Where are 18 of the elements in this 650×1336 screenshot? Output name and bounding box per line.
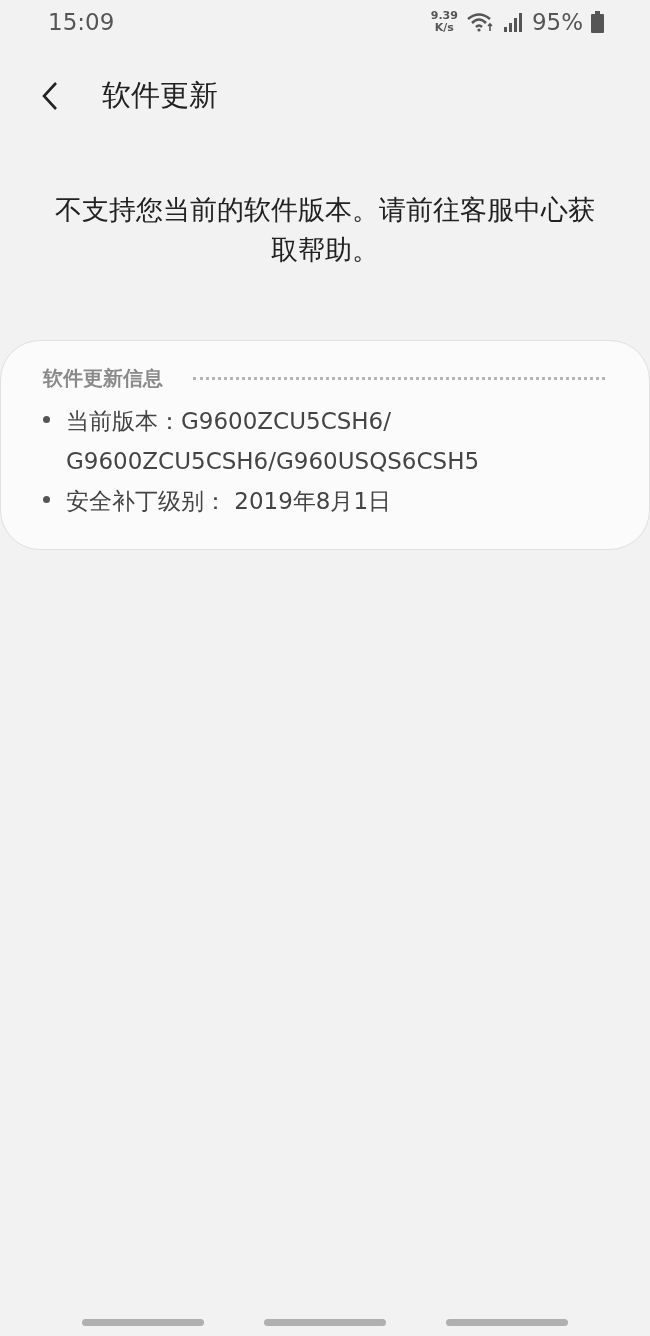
unsupported-message: 不支持您当前的软件版本。请前往客服中心获取帮助。 bbox=[54, 193, 596, 267]
battery-percent: 95% bbox=[531, 7, 583, 37]
nav-recent-bar[interactable] bbox=[82, 1319, 204, 1326]
page-title: 软件更新 bbox=[102, 77, 218, 115]
info-text: 当前版本：G9600ZCU5CSH6/ bbox=[66, 407, 392, 436]
battery-icon bbox=[591, 11, 604, 33]
net-speed-value: 9.39 bbox=[430, 10, 458, 22]
bullet-icon bbox=[43, 416, 50, 423]
net-speed-unit: K/s bbox=[434, 22, 454, 34]
back-icon bbox=[41, 81, 59, 111]
signal-icon bbox=[503, 12, 524, 32]
info-text: G9600ZCU5CSH6/G960USQS6CSH5 bbox=[66, 447, 480, 476]
bullet-icon bbox=[43, 496, 50, 503]
info-text: 安全补丁级别： 2019年8月1日 bbox=[66, 487, 392, 516]
nav-back-bar[interactable] bbox=[446, 1319, 568, 1326]
nav-home-bar[interactable] bbox=[264, 1319, 386, 1326]
status-time: 15:09 bbox=[48, 7, 115, 37]
section-title: 软件更新信息 bbox=[43, 365, 163, 392]
